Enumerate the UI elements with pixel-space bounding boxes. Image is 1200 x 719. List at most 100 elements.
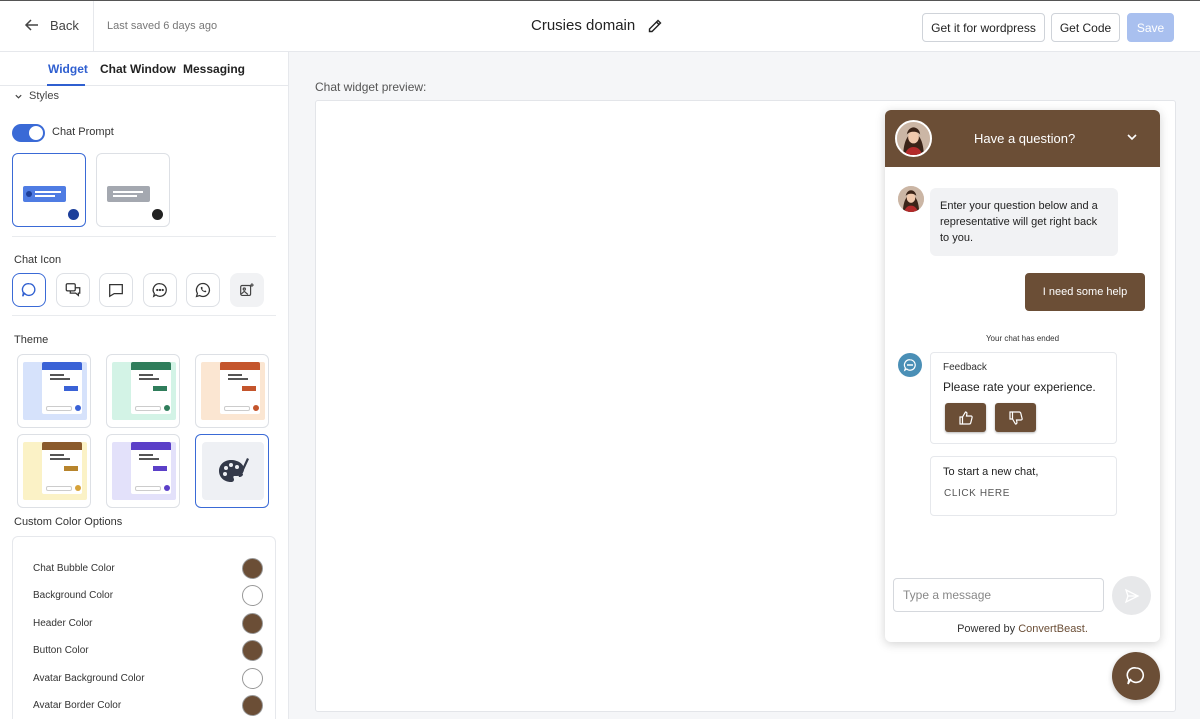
chat-prompt-style-grey[interactable] <box>96 153 170 227</box>
color-option-label: Background Color <box>33 590 114 601</box>
custom-image-icon <box>240 283 254 296</box>
new-chat-text: To start a new chat, <box>943 466 1039 478</box>
new-chat-card: To start a new chat, CLICK HERE <box>930 456 1117 516</box>
color-option-label: Button Color <box>33 645 89 656</box>
arrow-left-icon <box>24 19 38 31</box>
prompt-preview-bar <box>23 186 66 202</box>
color-swatch[interactable] <box>242 640 263 661</box>
chat-widget-window: Have a question? Enter your question bel… <box>885 110 1160 642</box>
divider <box>12 315 276 316</box>
message-input[interactable]: Type a message <box>893 578 1104 612</box>
prompt-preview-dot <box>68 209 79 220</box>
color-swatch[interactable] <box>242 558 263 579</box>
preview-label: Chat widget preview: <box>315 80 427 94</box>
feedback-prompt: Please rate your experience. <box>943 380 1096 394</box>
color-option-row: Button Color <box>33 640 263 662</box>
get-code-button[interactable]: Get Code <box>1051 13 1120 42</box>
save-button[interactable]: Save <box>1127 13 1174 42</box>
color-option-row: Avatar Border Color <box>33 695 263 717</box>
prompt-preview-bar <box>107 186 150 202</box>
color-option-row: Background Color <box>33 585 263 607</box>
thumbs-down-icon <box>1008 410 1023 425</box>
whatsapp-icon <box>195 282 211 298</box>
divider <box>12 236 276 237</box>
theme-option-blue[interactable] <box>17 354 91 428</box>
color-swatch[interactable] <box>242 668 263 689</box>
chat-icon-option-1[interactable] <box>12 273 46 307</box>
square-chat-icon <box>109 283 123 298</box>
send-button[interactable] <box>1112 576 1151 615</box>
agent-avatar <box>898 186 924 212</box>
double-chat-icon <box>65 283 81 297</box>
tab-widget[interactable]: Widget <box>48 62 88 76</box>
chevron-down-icon <box>15 94 22 99</box>
active-tab-indicator <box>47 84 85 86</box>
feedback-icon <box>898 353 922 377</box>
brand-link[interactable]: ConvertBeast. <box>1018 623 1088 635</box>
tab-messaging[interactable]: Messaging <box>183 62 245 76</box>
pencil-icon[interactable] <box>647 18 663 34</box>
back-label: Back <box>50 17 79 33</box>
color-option-row: Avatar Background Color <box>33 668 263 690</box>
custom-color-label: Custom Color Options <box>14 516 123 528</box>
back-button[interactable]: Back <box>24 17 79 33</box>
color-swatch[interactable] <box>242 585 263 606</box>
color-swatch[interactable] <box>242 695 263 716</box>
top-bar: Back Last saved 6 days ago Crusies domai… <box>0 0 1200 53</box>
thumbs-down-button[interactable] <box>995 403 1036 432</box>
theme-option-green[interactable] <box>106 354 180 428</box>
theme-option-purple[interactable] <box>106 434 180 508</box>
get-wordpress-button[interactable]: Get it for wordpress <box>922 13 1045 42</box>
chat-icon-upload[interactable] <box>230 273 264 307</box>
color-option-row: Header Color <box>33 613 263 635</box>
chat-icon-option-4[interactable] <box>143 273 177 307</box>
theme-label: Theme <box>14 334 49 346</box>
powered-by-label: Powered by <box>957 623 1016 635</box>
new-chat-link[interactable]: CLICK HERE <box>944 488 1010 499</box>
color-option-label: Header Color <box>33 618 93 629</box>
agent-message-bubble: Enter your question below and a represen… <box>930 188 1118 256</box>
palette-icon <box>202 442 264 500</box>
custom-color-options: Chat Bubble Color Background Color Heade… <box>12 536 276 719</box>
chat-bubble-icon <box>1126 667 1145 685</box>
color-option-row: Chat Bubble Color <box>33 558 263 580</box>
prompt-preview-dot <box>152 209 163 220</box>
chat-prompt-style-blue[interactable] <box>12 153 86 227</box>
styles-label: Styles <box>29 90 59 102</box>
theme-option-yellow[interactable] <box>17 434 91 508</box>
user-message-bubble: I need some help <box>1025 273 1145 311</box>
chat-bubble-icon <box>21 283 36 297</box>
thumbs-up-icon <box>958 410 973 425</box>
last-saved-text: Last saved 6 days ago <box>107 20 218 32</box>
color-option-label: Avatar Background Color <box>33 673 145 684</box>
color-option-label: Chat Bubble Color <box>33 563 115 574</box>
chat-widget-header: Have a question? <box>885 110 1160 167</box>
chat-launcher-button[interactable] <box>1112 652 1160 700</box>
feedback-card: Feedback Please rate your experience. <box>930 352 1117 444</box>
page-title-group: Crusies domain <box>531 17 663 34</box>
chevron-down-icon[interactable] <box>1125 130 1139 144</box>
powered-by: Powered by ConvertBeast. <box>885 623 1160 635</box>
chat-icon-option-2[interactable] <box>56 273 90 307</box>
send-icon <box>1124 588 1139 603</box>
chat-header-title: Have a question? <box>974 131 1076 146</box>
chat-prompt-toggle[interactable] <box>12 124 45 142</box>
thumbs-up-button[interactable] <box>945 403 986 432</box>
chat-icon-option-5[interactable] <box>186 273 220 307</box>
theme-option-orange[interactable] <box>195 354 269 428</box>
theme-option-custom[interactable] <box>195 434 269 508</box>
chat-ended-notice: Your chat has ended <box>985 334 1060 343</box>
chat-icon-label: Chat Icon <box>14 254 62 266</box>
dots-chat-icon <box>152 283 167 298</box>
styles-section-toggle[interactable]: Styles <box>14 90 59 102</box>
tab-chat-window[interactable]: Chat Window <box>100 62 176 76</box>
chat-icon-option-3[interactable] <box>99 273 133 307</box>
avatar <box>895 120 932 157</box>
chat-prompt-label: Chat Prompt <box>52 126 114 138</box>
feedback-title: Feedback <box>943 362 987 373</box>
settings-tabs: Widget Chat Window Messaging <box>0 52 288 86</box>
settings-panel: Widget Chat Window Messaging Styles Chat… <box>0 52 289 719</box>
divider <box>93 1 94 53</box>
color-option-label: Avatar Border Color <box>33 700 122 711</box>
color-swatch[interactable] <box>242 613 263 634</box>
